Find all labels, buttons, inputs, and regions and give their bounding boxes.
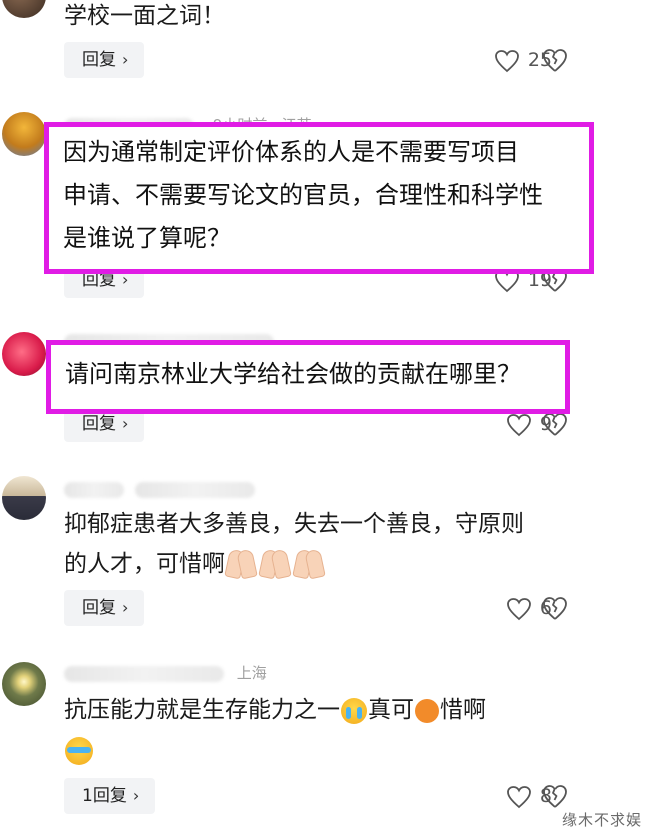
comment-text-line: 因为通常制定评价体系的人是不需要写项目 (63, 138, 519, 166)
highlight-box: 请问南京林业大学给社会做的贡献在哪里？ (46, 340, 570, 414)
comment-text-line: 惜啊 (440, 697, 486, 723)
crying-face-emoji (341, 697, 367, 724)
broken-heart-icon[interactable] (541, 782, 569, 810)
comment-meta: 上海 (64, 662, 267, 684)
chevron-right-icon: › (132, 786, 140, 805)
chevron-right-icon: › (122, 50, 129, 69)
comment-text: 因为通常制定评价体系的人是不需要写项目 申请、不需要写论文的官员，合理性和科学性… (63, 131, 543, 260)
comment-text-line: 请问南京林业大学给社会做的贡献在哪里？ (65, 360, 521, 388)
avatar[interactable] (2, 332, 46, 376)
watermark: 缘木不求娱 (561, 811, 642, 829)
avatar[interactable] (2, 476, 46, 520)
chevron-right-icon: › (122, 414, 129, 433)
comment-text: 抑郁症患者大多善良，失去一个善良，守原则 的人才，可惜啊 (64, 504, 624, 584)
reply-button[interactable]: 1回复 › (64, 778, 156, 814)
heart-outline-icon (507, 597, 531, 620)
broken-heart-icon[interactable] (541, 46, 569, 74)
comment-location: 上海 (236, 664, 267, 682)
comment-text-line: 真可 (368, 697, 414, 723)
comment-item: 抑郁症患者大多善良，失去一个善良，守原则 的人才，可惜啊 回复 › 6 (0, 470, 652, 640)
comment-text-line: 申请、不需要写论文的官员，合理性和科学性 (63, 181, 543, 209)
praying-hands-emoji (225, 550, 257, 580)
chevron-right-icon: › (122, 598, 129, 617)
comment-text-line: 是谁说了算呢？ (63, 224, 231, 252)
praying-hands-emoji (293, 550, 325, 580)
comment-meta (64, 480, 255, 502)
comment-text: 请问南京林业大学给社会做的贡献在哪里？ (65, 353, 521, 396)
reply-label: 回复 (82, 414, 116, 434)
reply-button[interactable]: 回复 › (64, 590, 145, 626)
ke-sticker-emoji (415, 698, 439, 723)
avatar[interactable] (2, 662, 46, 706)
comment-text-line: 抗压能力就是生存能力之一 (64, 697, 340, 723)
blurred-username (64, 665, 224, 682)
comment-text-line: 抑郁症患者大多善良，失去一个善良，守原则 (64, 511, 524, 537)
reply-label: 1回复 (82, 786, 127, 806)
reply-label: 回复 (82, 50, 116, 70)
loudly-crying-emoji (65, 736, 93, 765)
heart-outline-icon (494, 49, 519, 72)
comment-text: 抗压能力就是生存能力之一 真可 惜啊 (64, 690, 624, 770)
broken-heart-icon[interactable] (541, 594, 569, 622)
heart-outline-icon (507, 413, 531, 436)
comment-item: 上海 抗压能力就是生存能力之一 真可 惜啊 1回复 › 8 (0, 650, 652, 840)
avatar[interactable] (2, 112, 46, 156)
comment-text: 学校一面之词！ (64, 0, 624, 36)
comment-item: 学校一面之词！ 回复 › 25 (0, 0, 652, 90)
blurred-username (134, 481, 255, 498)
praying-hands-emoji (259, 550, 291, 580)
reply-label: 回复 (82, 598, 116, 618)
broken-heart-icon[interactable] (541, 410, 569, 438)
heart-outline-icon (507, 785, 531, 808)
avatar[interactable] (2, 0, 46, 18)
comment-text-line: 的人才，可惜啊 (64, 551, 225, 577)
blurred-username (64, 481, 124, 498)
reply-button[interactable]: 回复 › (64, 42, 145, 78)
highlight-box: 因为通常制定评价体系的人是不需要写项目 申请、不需要写论文的官员，合理性和科学性… (44, 122, 594, 274)
comment-text-line: 学校一面之词！ (64, 3, 225, 29)
